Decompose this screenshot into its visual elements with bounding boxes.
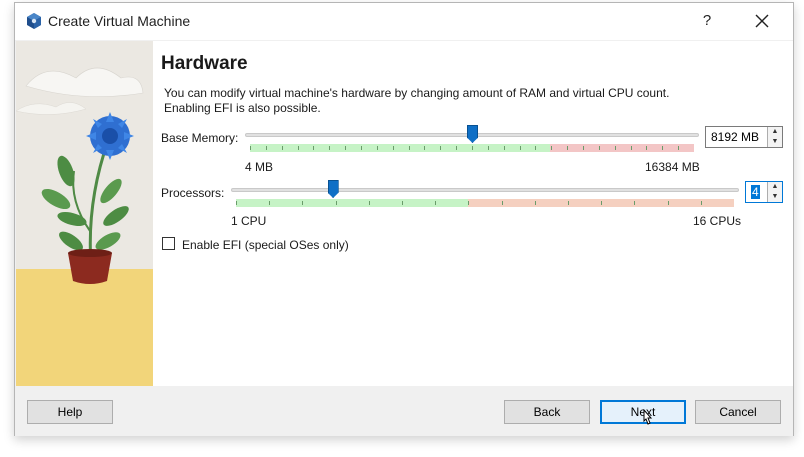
enable-efi-label[interactable]: Enable EFI (special OSes only) [182, 238, 349, 252]
virtualbox-cube-icon [27, 13, 41, 29]
enable-efi-checkbox[interactable] [162, 237, 175, 250]
title-bar: Create Virtual Machine ? [15, 3, 793, 40]
processors-max-label: 16 CPUs [693, 214, 742, 228]
page-title: Hardware [161, 53, 248, 74]
processors-spinbox[interactable]: 4 ▲ ▼ [745, 181, 783, 203]
base-memory-min-label: 4 MB [245, 160, 274, 174]
help-title-button[interactable]: ? [697, 12, 717, 29]
wizard-illustration [16, 41, 153, 386]
base-memory-spinbox[interactable]: 8192 MB ▲ ▼ [705, 126, 783, 148]
processors-stepper[interactable]: ▲ ▼ [767, 182, 782, 202]
processors-slider-handle[interactable] [327, 180, 339, 198]
processors-value: 4 [751, 185, 760, 199]
base-memory-stepper[interactable]: ▲ ▼ [767, 127, 782, 147]
processors-min-label: 1 CPU [231, 214, 267, 228]
create-vm-dialog: Create Virtual Machine ? Hardware You ca… [14, 2, 794, 436]
description-line-2: Enabling EFI is also possible. [164, 101, 321, 115]
cancel-button[interactable]: Cancel [695, 400, 781, 424]
mouse-cursor-icon [643, 409, 653, 425]
close-icon[interactable] [751, 10, 773, 32]
help-button[interactable]: Help [27, 400, 113, 424]
window-title: Create Virtual Machine [48, 13, 191, 29]
base-memory-slider-handle[interactable] [467, 125, 478, 143]
chevron-up-icon[interactable]: ▲ [768, 127, 782, 137]
processors-scale [236, 199, 734, 207]
hardware-page: Hardware You can modify virtual machine'… [153, 41, 793, 386]
processors-slider[interactable] [231, 188, 739, 192]
base-memory-scale [250, 144, 694, 152]
back-button[interactable]: Back [504, 400, 590, 424]
base-memory-value: 8192 MB [711, 130, 760, 144]
processors-label: Processors: [161, 186, 225, 200]
base-memory-label: Base Memory: [161, 131, 239, 145]
dialog-footer: Help Back Next Cancel [15, 386, 793, 436]
description-line-1: You can modify virtual machine's hardwar… [164, 86, 670, 100]
chevron-down-icon[interactable]: ▼ [768, 192, 782, 202]
page-description: You can modify virtual machine's hardwar… [164, 86, 764, 116]
base-memory-max-label: 16384 MB [645, 160, 700, 174]
plant-illustration [16, 41, 153, 386]
chevron-down-icon[interactable]: ▼ [768, 137, 782, 147]
chevron-up-icon[interactable]: ▲ [768, 182, 782, 192]
